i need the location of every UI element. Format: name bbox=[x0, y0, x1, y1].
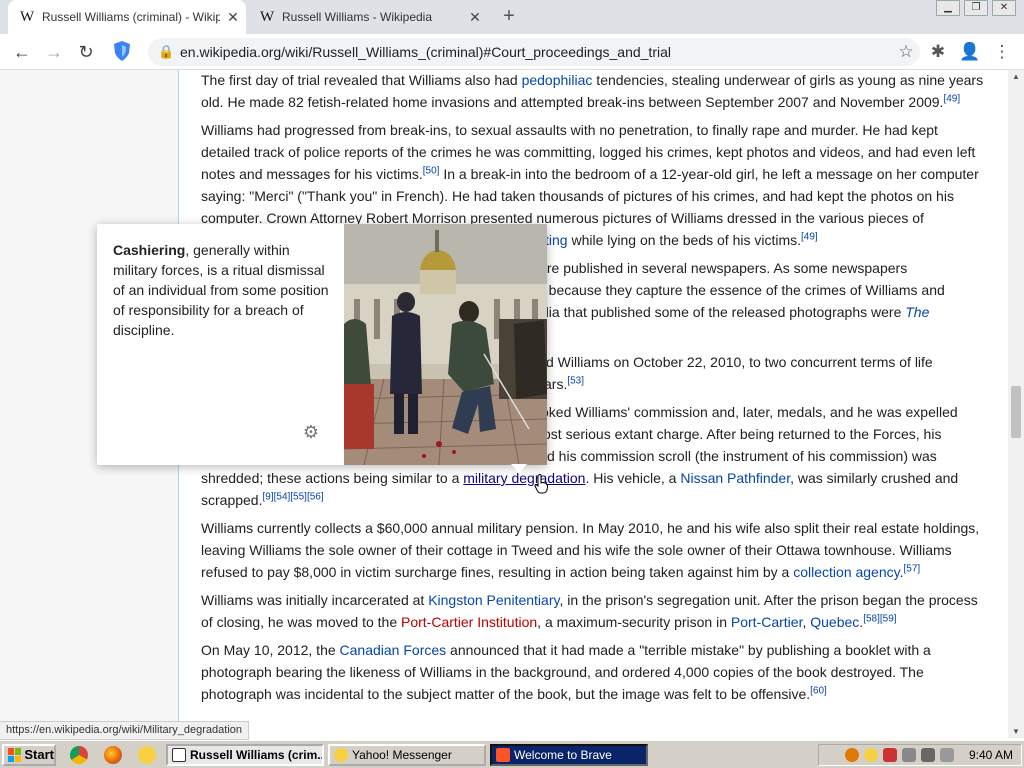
taskbar-item-welcome-to-brave[interactable]: Welcome to Brave bbox=[490, 744, 648, 766]
tab-title: Russell Williams - Wikipedia bbox=[282, 10, 433, 24]
windows-logo-icon bbox=[8, 748, 22, 762]
yahoo-messenger-icon bbox=[334, 748, 348, 762]
system-tray: 9:40 AM bbox=[818, 744, 1022, 766]
start-button[interactable]: Start bbox=[2, 744, 56, 766]
messenger-quicklaunch-icon[interactable] bbox=[138, 746, 156, 764]
degradation-illustration bbox=[344, 224, 547, 465]
url-text[interactable]: en.wikipedia.org/wiki/Russell_Williams_(… bbox=[180, 44, 892, 60]
reference-53[interactable]: [53] bbox=[567, 375, 584, 386]
link-collection-agency[interactable]: collection agency bbox=[793, 564, 899, 580]
link-pedophiliac[interactable]: pedophiliac bbox=[522, 72, 593, 88]
link-nissan-pathfinder[interactable]: Nissan Pathfinder bbox=[680, 470, 790, 486]
search-tray-icon[interactable] bbox=[844, 748, 859, 762]
scroll-down-arrow-icon[interactable]: ▼ bbox=[1012, 727, 1020, 736]
paragraph-canadian-forces: On May 10, 2012, the Canadian Forces ann… bbox=[201, 642, 931, 702]
extensions-icon[interactable]: ✱ bbox=[926, 40, 950, 64]
forward-button[interactable]: → bbox=[42, 40, 66, 64]
bookmark-star-icon[interactable]: ☆ bbox=[892, 42, 920, 62]
popup-pointer bbox=[511, 464, 527, 473]
menu-icon[interactable]: ⋮ bbox=[990, 40, 1014, 64]
tab-close-icon[interactable]: ✕ bbox=[462, 9, 488, 26]
network-tray-icon[interactable] bbox=[901, 748, 916, 762]
brave-shield-icon[interactable] bbox=[112, 40, 132, 62]
security-tray-icon[interactable] bbox=[882, 748, 897, 762]
page-preview-popup[interactable]: Cashiering, generally within military fo… bbox=[97, 224, 547, 473]
reference-57[interactable]: [57] bbox=[904, 563, 921, 574]
preview-settings-gear-icon[interactable]: ⚙ bbox=[301, 422, 321, 442]
status-bar-url: https://en.wikipedia.org/wiki/Military_d… bbox=[0, 721, 250, 740]
taskbar-clock: 9:40 AM bbox=[968, 748, 1013, 762]
link-canadian-forces[interactable]: Canadian Forces bbox=[340, 642, 447, 658]
window-controls: ▁ ❐ ✕ bbox=[936, 0, 1016, 16]
tab-russell-williams[interactable]: W Russell Williams - Wikipedia ✕ bbox=[248, 0, 488, 34]
link-kingston-penitentiary[interactable]: Kingston Penitentiary bbox=[428, 592, 559, 608]
tab-strip: W Russell Williams (criminal) - Wikipedi… bbox=[0, 0, 1024, 34]
firefox-quicklaunch-icon[interactable] bbox=[104, 746, 122, 764]
link-port-cartier-institution[interactable]: Port-Cartier Institution bbox=[401, 614, 537, 630]
preview-thumbnail-image[interactable] bbox=[344, 224, 547, 465]
reload-button[interactable]: ↻ bbox=[74, 40, 98, 64]
chrome-quicklaunch-icon[interactable] bbox=[70, 746, 88, 764]
link-port-cartier[interactable]: Port-Cartier bbox=[731, 614, 803, 630]
restore-button[interactable]: ❐ bbox=[964, 0, 988, 16]
hand-cursor-icon bbox=[534, 474, 548, 494]
reference-60[interactable]: [60] bbox=[810, 685, 827, 696]
paragraph-pension: Williams currently collects a $60,000 an… bbox=[201, 520, 980, 580]
link-newspaper-partial[interactable]: The bbox=[905, 304, 929, 320]
close-window-button[interactable]: ✕ bbox=[992, 0, 1016, 16]
reference-9-54-55-56[interactable]: [9][54][55][56] bbox=[262, 491, 323, 502]
reference-49[interactable]: [49] bbox=[943, 93, 960, 104]
tab-close-icon[interactable]: ✕ bbox=[220, 9, 246, 26]
taskbar-item-russell-williams[interactable]: Russell Williams (crim... bbox=[166, 744, 324, 766]
paragraph-incarceration: Williams was initially incarcerated at K… bbox=[201, 592, 978, 630]
minimize-button[interactable]: ▁ bbox=[936, 0, 960, 16]
reference-50[interactable]: [50] bbox=[423, 165, 440, 176]
reference-58-59[interactable]: [58][59] bbox=[863, 613, 896, 624]
link-quebec[interactable]: Quebec bbox=[810, 614, 859, 630]
tab-russell-williams-criminal[interactable]: W Russell Williams (criminal) - Wikipedi… bbox=[8, 0, 246, 34]
wikipedia-favicon-icon: W bbox=[260, 8, 275, 25]
windows-taskbar: Start Russell Williams (crim... Yahoo! M… bbox=[0, 740, 1024, 768]
brave-taskbar-icon bbox=[172, 748, 186, 762]
taskbar-item-yahoo-messenger[interactable]: Yahoo! Messenger bbox=[328, 744, 486, 766]
preview-term: Cashiering bbox=[113, 242, 186, 258]
device-tray-icon[interactable] bbox=[920, 748, 935, 762]
scroll-up-arrow-icon[interactable]: ▲ bbox=[1012, 72, 1020, 81]
new-tab-button[interactable]: + bbox=[498, 6, 520, 28]
tab-title: Russell Williams (criminal) - Wikipedia bbox=[42, 10, 220, 24]
lock-icon[interactable]: 🔒 bbox=[158, 44, 180, 60]
reference-49b[interactable]: [49] bbox=[801, 231, 818, 242]
page-scrollbar[interactable]: ▲ ▼ bbox=[1008, 70, 1024, 738]
back-button[interactable]: ← bbox=[10, 40, 34, 64]
messenger-tray-icon[interactable] bbox=[863, 748, 878, 762]
preview-extract: Cashiering, generally within military fo… bbox=[113, 242, 329, 338]
brave-lion-icon bbox=[496, 748, 510, 762]
volume-tray-icon[interactable] bbox=[939, 748, 954, 762]
profile-icon[interactable]: 👤 bbox=[958, 40, 982, 64]
address-bar[interactable]: 🔒 en.wikipedia.org/wiki/Russell_Williams… bbox=[148, 38, 920, 66]
wikipedia-favicon-icon: W bbox=[20, 8, 35, 25]
paragraph-trial-first-day: The first day of trial revealed that Wil… bbox=[201, 72, 984, 110]
scrollbar-thumb[interactable] bbox=[1011, 386, 1021, 438]
link-clothing-partial[interactable]: ting bbox=[545, 232, 568, 248]
